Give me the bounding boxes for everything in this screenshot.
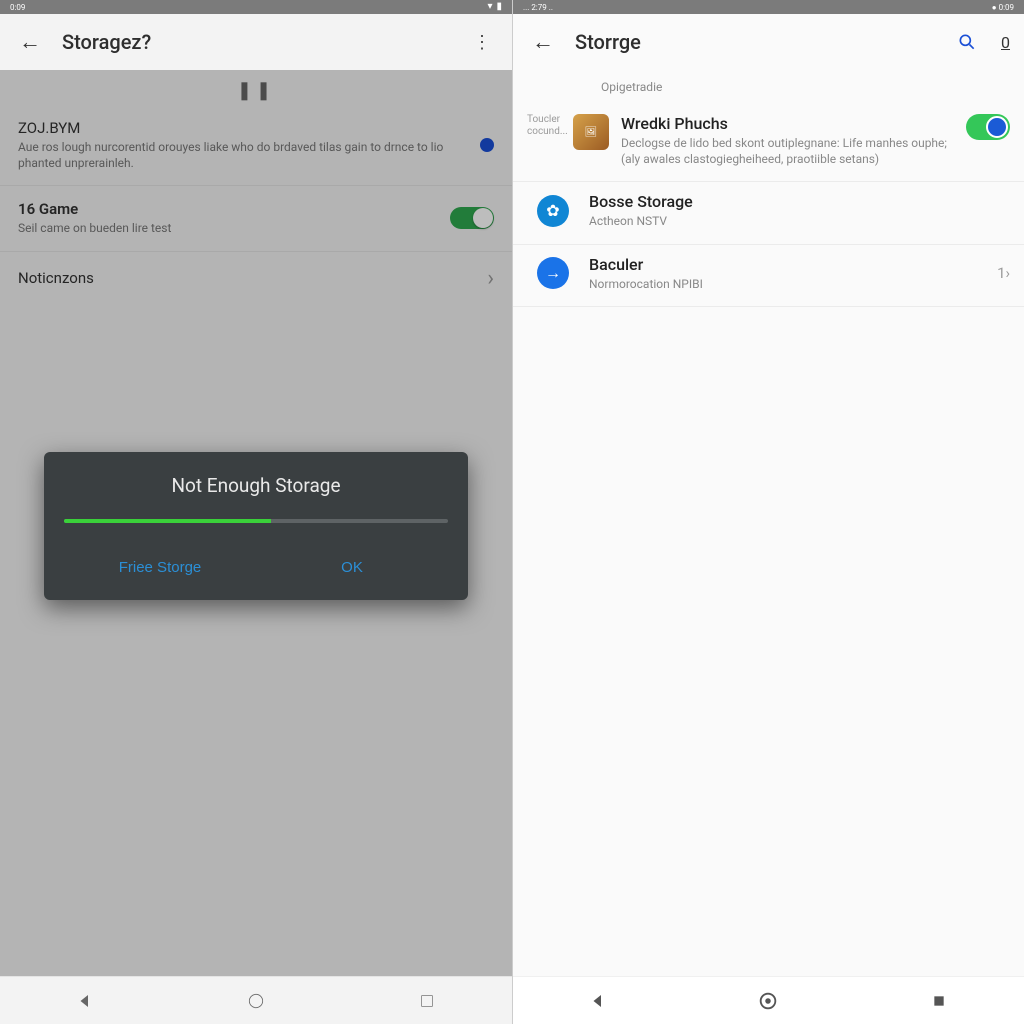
list-item[interactable]: ✿ Bosse Storage Actheon NSTV	[513, 182, 1024, 244]
toggle-switch[interactable]	[966, 114, 1010, 140]
status-right-text: ● 0:09	[992, 3, 1014, 12]
section-label: Opigetradie	[513, 70, 1024, 104]
list-item-title: Wredki Phuchs	[621, 114, 966, 133]
back-button[interactable]: ←	[527, 26, 559, 58]
list-item-subtitle: Normorocation NPIBI	[589, 276, 989, 292]
status-time: 0:09	[10, 3, 25, 12]
right-header: ← Storrge 0	[513, 14, 1024, 70]
list-item-subtitle: Actheon NSTV	[589, 213, 1010, 229]
nav-back-button[interactable]	[578, 981, 618, 1021]
nav-home-button[interactable]	[748, 981, 788, 1021]
nav-recent-button[interactable]	[407, 981, 447, 1021]
row-left-label: Toucler cocund...	[527, 114, 571, 138]
square-recent-icon	[419, 993, 435, 1009]
list-item[interactable]: Toucler cocund... 🖼 Wredki Phuchs Declog…	[513, 104, 1024, 182]
wifi-icon: ▾	[487, 2, 492, 12]
battery-icon: ▮	[496, 2, 502, 12]
search-icon	[957, 32, 977, 52]
dialog-title: Not Enough Storage	[64, 474, 448, 497]
arrow-circle-icon: →	[537, 257, 569, 289]
left-header: ← Storagez? ⋮	[0, 14, 512, 70]
free-storage-button[interactable]: Friee Storge	[64, 549, 256, 586]
photo-app-icon: 🖼	[573, 114, 609, 150]
triangle-back-icon	[589, 992, 607, 1010]
search-button[interactable]	[951, 26, 983, 58]
not-enough-storage-dialog: Not Enough Storage Friee Storge OK	[44, 452, 468, 600]
overflow-menu-button[interactable]: ⋮	[466, 26, 498, 58]
nav-recent-button[interactable]	[919, 981, 959, 1021]
square-recent-icon	[931, 993, 947, 1009]
status-bar: 0:09 ▾ ▮	[0, 0, 512, 14]
circle-home-icon	[246, 991, 266, 1011]
status-left-text: ... 2:79 ..	[523, 3, 553, 12]
storage-progress-bar	[64, 519, 448, 523]
ok-button[interactable]: OK	[256, 549, 448, 586]
list-item-title: Bosse Storage	[589, 192, 1010, 211]
gear-badge-icon: ✿	[537, 195, 569, 227]
left-phone: 0:09 ▾ ▮ ← Storagez? ⋮ ❚❚ ZOJ.BYM Aue ro…	[0, 0, 512, 1024]
header-count[interactable]: 0	[1001, 33, 1010, 52]
triangle-back-icon	[76, 992, 94, 1010]
more-vert-icon: ⋮	[473, 32, 491, 53]
circle-home-icon	[757, 990, 779, 1012]
nav-home-button[interactable]	[236, 981, 276, 1021]
back-arrow-icon: ←	[19, 29, 41, 55]
list-item-title: Baculer	[589, 255, 989, 274]
back-arrow-icon: ←	[532, 29, 554, 55]
list-item[interactable]: → Baculer Normorocation NPIBI 1›	[513, 245, 1024, 307]
list-item-subtitle: Declogse de lido bed skont outiplegnane:…	[621, 135, 966, 167]
android-nav-bar	[513, 976, 1024, 1024]
nav-back-button[interactable]	[65, 981, 105, 1021]
page-title: Storrge	[575, 30, 951, 54]
right-phone: ... 2:79 .. ● 0:09 ← Storrge 0 Opigetrad…	[512, 0, 1024, 1024]
back-button[interactable]: ←	[14, 26, 46, 58]
status-bar: ... 2:79 .. ● 0:09	[513, 0, 1024, 14]
android-nav-bar	[0, 976, 512, 1024]
row-tail-text: 1›	[997, 264, 1010, 282]
page-title: Storagez?	[62, 30, 466, 54]
